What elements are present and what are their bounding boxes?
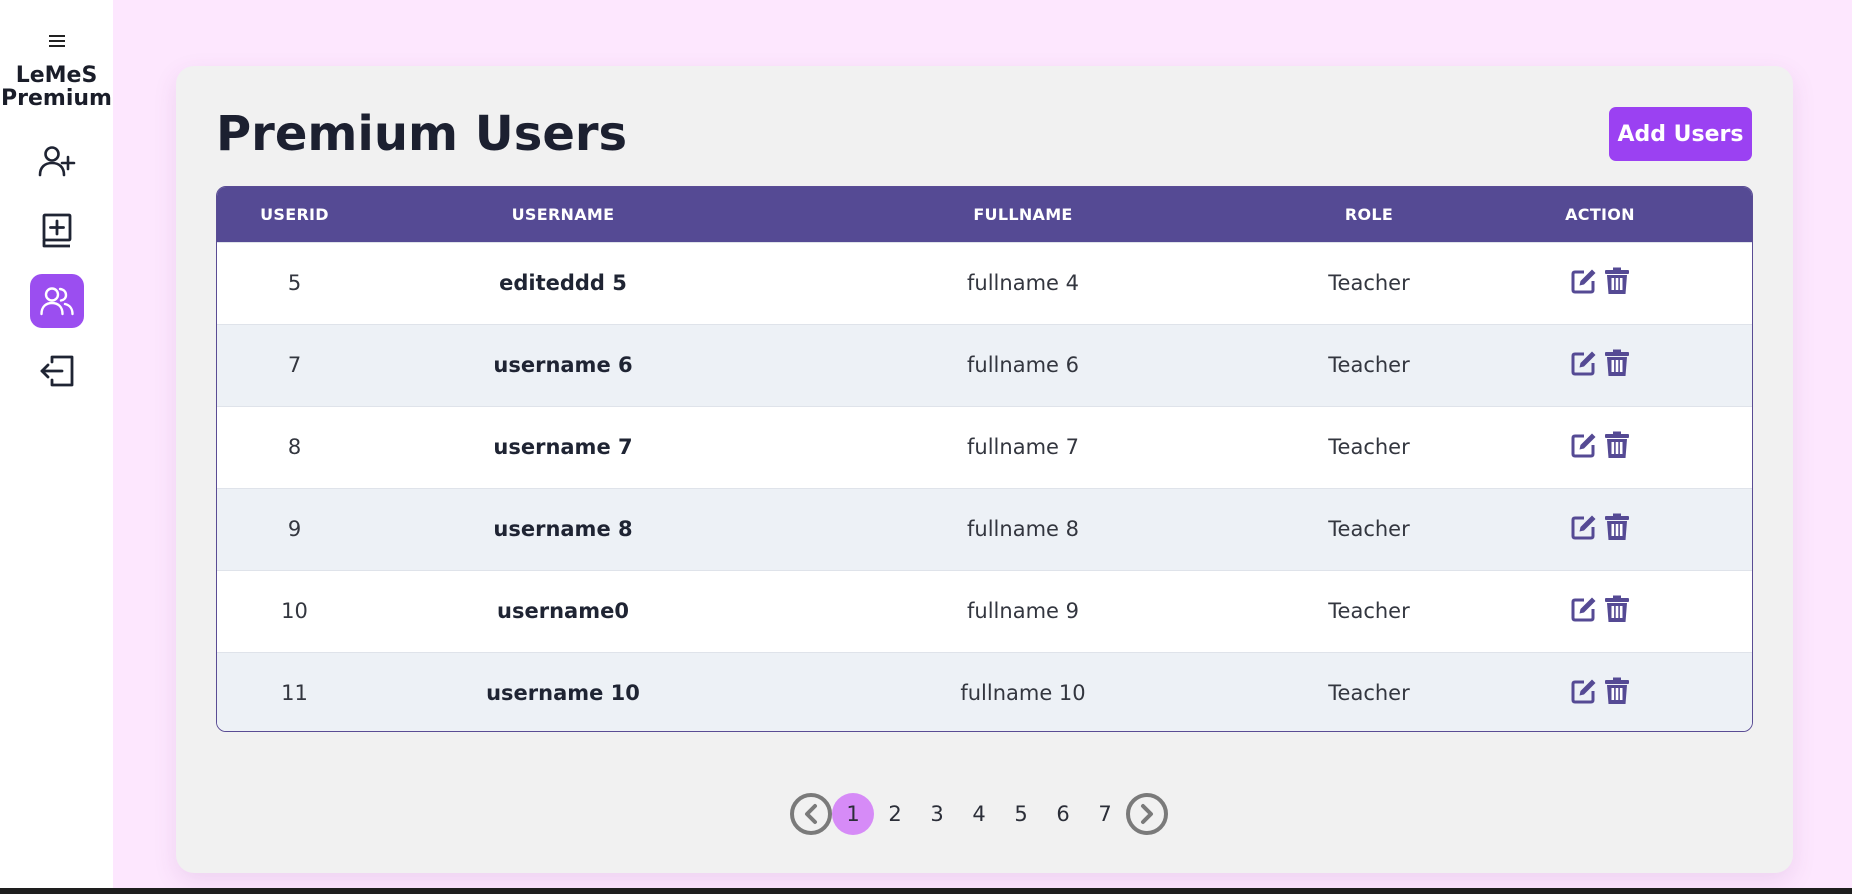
header-role[interactable]: ROLE — [1292, 187, 1446, 242]
cell-fullname: fullname 4 — [967, 271, 1079, 295]
cell-userid: 5 — [287, 271, 302, 295]
chevron-right-icon — [1141, 804, 1153, 824]
sidebar: LeMeS Premium — [0, 0, 113, 888]
logout-icon — [40, 355, 73, 387]
header-username[interactable]: USERNAME — [372, 187, 754, 242]
cell-role: Teacher — [1328, 681, 1410, 706]
delete-icon[interactable] — [1604, 349, 1630, 377]
table-row: 9 username 8 fullname 8 Teacher — [217, 488, 1752, 570]
header-fullname[interactable]: FULLNAME — [754, 187, 1292, 242]
page-number-3[interactable]: 3 — [916, 793, 958, 835]
cell-fullname: fullname 9 — [967, 599, 1079, 623]
cell-userid: 10 — [281, 599, 308, 623]
cell-actions — [1446, 406, 1752, 488]
table-header-row: USERID USERNAME FULLNAME ROLE ACTION — [217, 187, 1752, 242]
book-add-icon — [42, 213, 71, 248]
cell-fullname: fullname 10 — [960, 681, 1086, 706]
sidebar-item-users[interactable] — [29, 274, 84, 328]
table-row: 7 username 6 fullname 6 Teacher — [217, 324, 1752, 406]
table-body: 5 editeddd 5 fullname 4 Teacher 7 userna… — [217, 242, 1752, 731]
table-row: 11 username 10 fullname 10 Teacher — [217, 652, 1752, 731]
cell-fullname: fullname 8 — [967, 517, 1079, 541]
cell-username: editeddd 5 — [499, 271, 627, 295]
cell-actions — [1446, 242, 1752, 324]
edit-icon[interactable] — [1570, 677, 1598, 705]
cell-userid: 8 — [287, 435, 302, 459]
page-number-2[interactable]: 2 — [874, 793, 916, 835]
cell-username: username 7 — [493, 435, 633, 459]
delete-icon[interactable] — [1604, 595, 1630, 623]
cell-username: username 8 — [493, 517, 633, 541]
table-row: 10 username0 fullname 9 Teacher — [217, 570, 1752, 652]
table-row: 5 editeddd 5 fullname 4 Teacher — [217, 242, 1752, 324]
cell-actions — [1446, 570, 1752, 652]
cell-actions — [1446, 652, 1752, 731]
users-table: USERID USERNAME FULLNAME ROLE ACTION 5 e… — [216, 186, 1753, 732]
page-number-6[interactable]: 6 — [1042, 793, 1084, 835]
taskbar-edge — [0, 888, 1852, 894]
sidebar-item-add-user[interactable] — [30, 134, 84, 188]
cell-role: Teacher — [1328, 517, 1410, 541]
cell-username: username 10 — [486, 681, 640, 706]
cell-actions — [1446, 324, 1752, 406]
header-action: ACTION — [1565, 204, 1635, 224]
next-page-button[interactable] — [1126, 793, 1168, 835]
prev-page-button[interactable] — [790, 793, 832, 835]
table-row: 8 username 7 fullname 7 Teacher — [217, 406, 1752, 488]
cell-role: Teacher — [1328, 353, 1410, 377]
header-userid[interactable]: USERID — [217, 187, 372, 242]
cell-role: Teacher — [1328, 599, 1410, 623]
page-number-1[interactable]: 1 — [832, 793, 874, 835]
page-title: Premium Users — [216, 106, 628, 162]
pagination: 1 2 3 4 5 6 7 — [790, 792, 1168, 836]
delete-icon[interactable] — [1604, 431, 1630, 459]
page-number-5[interactable]: 5 — [1000, 793, 1042, 835]
cell-role: Teacher — [1328, 271, 1410, 295]
edit-icon[interactable] — [1570, 349, 1598, 377]
cell-userid: 7 — [287, 353, 302, 377]
edit-icon[interactable] — [1570, 595, 1598, 623]
edit-icon[interactable] — [1570, 513, 1598, 541]
chevron-left-icon — [805, 804, 817, 824]
user-plus-icon — [38, 146, 75, 177]
edit-icon[interactable] — [1570, 267, 1598, 295]
add-users-button[interactable]: Add Users — [1609, 107, 1752, 161]
cell-userid: 11 — [281, 681, 308, 706]
delete-icon[interactable] — [1604, 267, 1630, 295]
brand-line-1: LeMeS — [15, 63, 98, 88]
cell-username: username0 — [497, 599, 629, 623]
cell-role: Teacher — [1328, 435, 1410, 459]
premium-users-card: Premium Users Add Users USERID USERNAME … — [176, 66, 1793, 873]
edit-icon[interactable] — [1570, 431, 1598, 459]
cell-userid: 9 — [287, 517, 302, 541]
page-number-4[interactable]: 4 — [958, 793, 1000, 835]
brand-logo-text: LeMeS Premium — [0, 64, 113, 110]
cell-fullname: fullname 7 — [967, 435, 1079, 459]
delete-icon[interactable] — [1604, 513, 1630, 541]
sidebar-item-add-course[interactable] — [30, 204, 84, 258]
delete-icon[interactable] — [1604, 677, 1630, 705]
cell-username: username 6 — [493, 353, 633, 377]
brand-line-2: Premium — [1, 86, 112, 111]
cell-actions — [1446, 488, 1752, 570]
users-icon — [39, 287, 74, 316]
sidebar-item-logout[interactable] — [30, 344, 84, 398]
hamburger-menu-icon[interactable] — [42, 28, 72, 54]
page-number-7[interactable]: 7 — [1084, 793, 1126, 835]
cell-fullname: fullname 6 — [967, 353, 1079, 377]
